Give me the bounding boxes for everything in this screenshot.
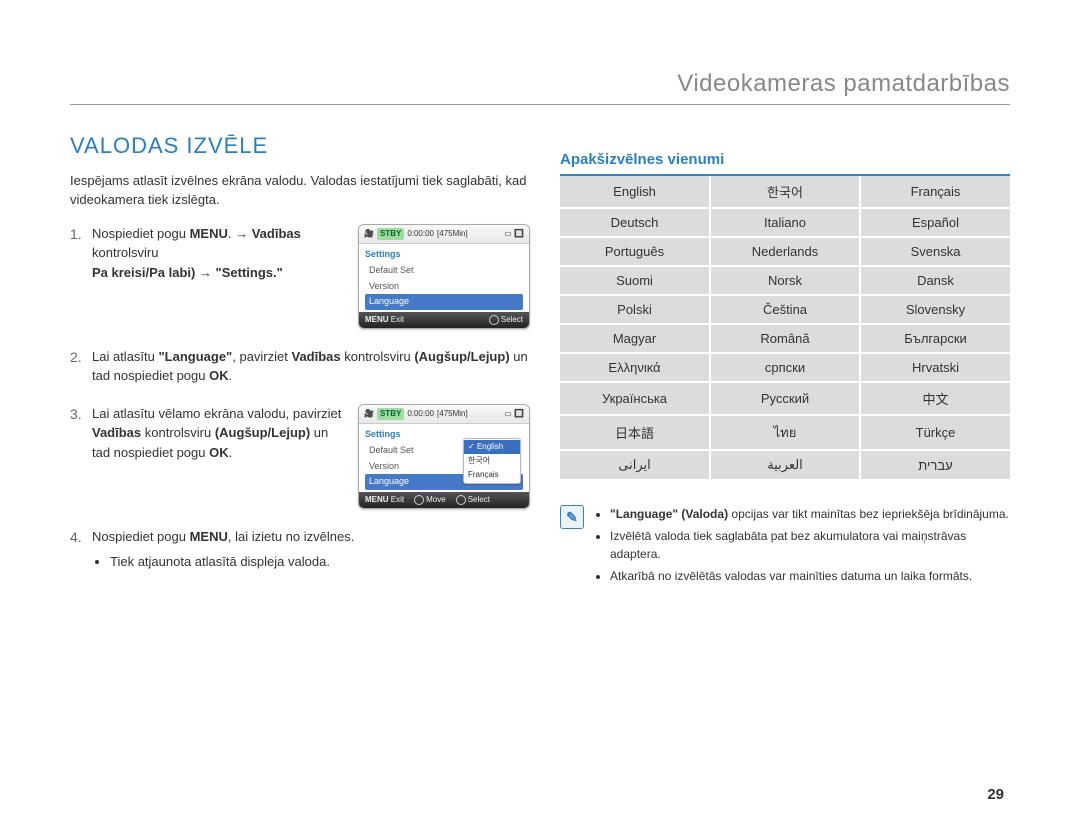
language-cell: Deutsch	[560, 208, 710, 237]
language-cell: עברית	[860, 450, 1010, 480]
language-cell: 中文	[860, 382, 1010, 415]
language-cell: Ελληνικά	[560, 353, 710, 382]
language-cell: Română	[710, 324, 860, 353]
step-4: Nospiediet pogu MENU, lai izietu no izvē…	[70, 527, 530, 572]
language-cell: Русский	[710, 382, 860, 415]
submenu-title: Apakšizvēlnes vienumi	[560, 151, 1010, 176]
note-2: Izvēlētā valoda tiek saglabāta pat bez a…	[610, 527, 1010, 563]
language-cell: Norsk	[710, 266, 860, 295]
step-2: Lai atlasītu "Language", pavirziet Vadīb…	[70, 347, 530, 386]
language-cell: English	[560, 176, 710, 208]
language-cell: 日本語	[560, 415, 710, 450]
language-cell: српски	[710, 353, 860, 382]
page-header-title: Videokameras pamatdarbības	[70, 70, 1010, 105]
language-cell: Български	[860, 324, 1010, 353]
step-4-sub: Tiek atjaunota atlasītā displeja valoda.	[110, 552, 530, 572]
language-cell: Українська	[560, 382, 710, 415]
step-3: Lai atlasītu vēlamo ekrāna valodu, pavir…	[70, 404, 530, 509]
note-1: "Language" (Valoda) opcijas var tikt mai…	[610, 505, 1010, 523]
language-cell: Español	[860, 208, 1010, 237]
language-cell: ایرانی	[560, 450, 710, 480]
language-cell: Svenska	[860, 237, 1010, 266]
language-cell: Čeština	[710, 295, 860, 324]
language-cell: Polski	[560, 295, 710, 324]
language-cell: 한국어	[710, 176, 860, 208]
language-cell: العربية	[710, 450, 860, 480]
language-cell: Português	[560, 237, 710, 266]
lcd-screenshot-1: 🎥 STBY 0:00:00 [475Min] ▭ 🔲 Settings Def…	[358, 224, 530, 329]
language-cell: Italiano	[710, 208, 860, 237]
language-cell: Hrvatski	[860, 353, 1010, 382]
language-cell: Suomi	[560, 266, 710, 295]
lcd-screenshot-2: 🎥 STBY 0:00:00 [475Min] ▭ 🔲 Settings Def…	[358, 404, 530, 509]
intro-text: Iespējams atlasīt izvēlnes ekrāna valodu…	[70, 172, 530, 210]
section-title: VALODAS IZVĒLE	[70, 133, 530, 159]
language-cell: Magyar	[560, 324, 710, 353]
page-number: 29	[987, 786, 1004, 803]
language-table: English한국어Français DeutschItalianoEspañol…	[560, 176, 1010, 481]
language-cell: Dansk	[860, 266, 1010, 295]
language-cell: Türkçe	[860, 415, 1010, 450]
language-cell: Slovensky	[860, 295, 1010, 324]
language-cell: Nederlands	[710, 237, 860, 266]
language-cell: ไทย	[710, 415, 860, 450]
note-3: Atkarībā no izvēlētās valodas var mainīt…	[610, 567, 1010, 585]
notes-block: ✎ "Language" (Valoda) opcijas var tikt m…	[560, 505, 1010, 589]
language-cell: Français	[860, 176, 1010, 208]
note-icon: ✎	[560, 505, 584, 529]
step-1: Nospiediet pogu MENU. → Vadības kontrols…	[70, 224, 530, 329]
